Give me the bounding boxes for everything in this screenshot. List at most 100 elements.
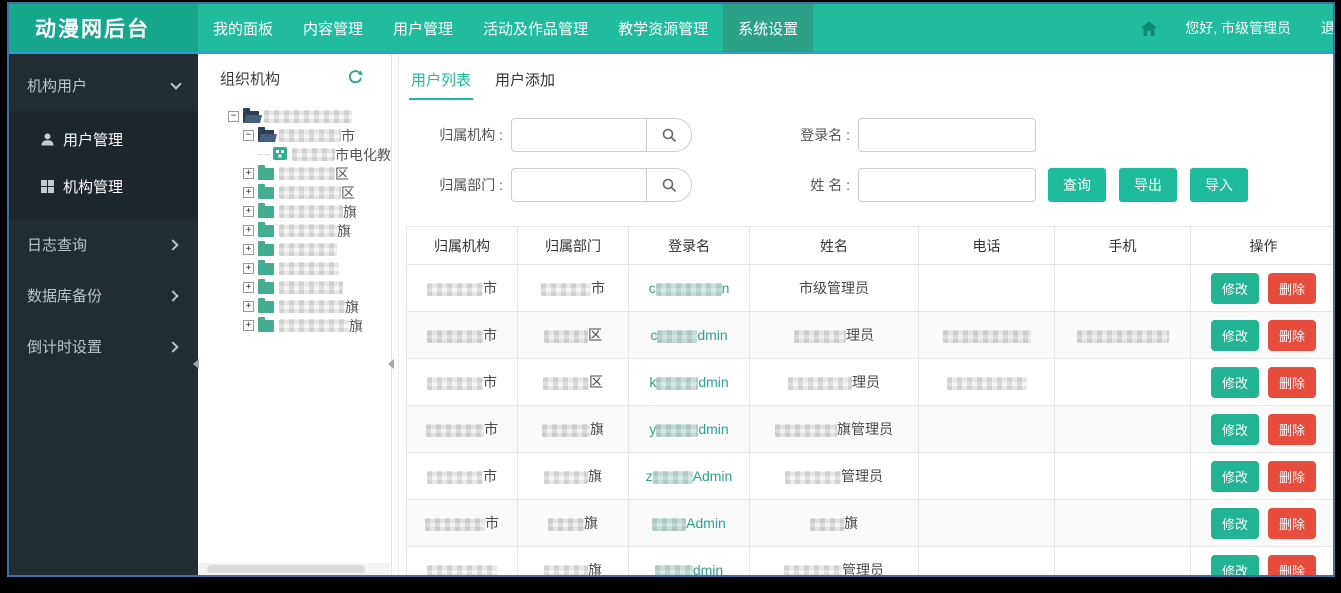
expand-node-icon[interactable]: + bbox=[243, 301, 254, 312]
tree-node[interactable]: +旗 bbox=[243, 202, 391, 221]
expand-node-icon[interactable]: + bbox=[243, 168, 254, 179]
nav-item-resources[interactable]: 教学资源管理 bbox=[603, 4, 723, 52]
delete-button[interactable]: 删除 bbox=[1268, 273, 1316, 304]
edit-button[interactable]: 修改 bbox=[1211, 367, 1259, 398]
collapse-node-icon[interactable]: − bbox=[228, 111, 239, 122]
expand-node-icon[interactable]: + bbox=[243, 320, 254, 331]
edit-button[interactable]: 修改 bbox=[1211, 273, 1259, 304]
cell-text: 管理员 bbox=[841, 468, 883, 484]
dept-search-button[interactable] bbox=[646, 168, 692, 202]
expand-node-icon[interactable]: + bbox=[243, 225, 254, 236]
expand-node-icon[interactable]: + bbox=[243, 282, 254, 293]
sidebar-group-countdown[interactable]: 倒计时设置 bbox=[9, 321, 198, 372]
cell-org: 市 bbox=[407, 265, 518, 312]
chevron-right-icon bbox=[167, 239, 178, 250]
tab-user-list[interactable]: 用户列表 bbox=[409, 64, 473, 100]
tree-node-label: 旗 bbox=[343, 202, 357, 222]
tree-node[interactable]: + bbox=[243, 278, 391, 297]
tree-node[interactable]: +旗 bbox=[243, 221, 391, 240]
edit-button[interactable]: 修改 bbox=[1211, 320, 1259, 351]
redacted-text bbox=[947, 377, 1027, 390]
nav-item-activities[interactable]: 活动及作品管理 bbox=[468, 4, 603, 52]
collapse-tree-arrow[interactable] bbox=[388, 359, 394, 369]
cell-tel bbox=[919, 547, 1055, 576]
tree-connector bbox=[258, 154, 269, 155]
tree-node[interactable]: +旗 bbox=[243, 316, 391, 335]
cell-name: 旗管理员 bbox=[750, 406, 919, 453]
query-button[interactable]: 查询 bbox=[1048, 168, 1106, 202]
login-name-input[interactable] bbox=[858, 118, 1036, 152]
expand-node-icon[interactable]: + bbox=[243, 244, 254, 255]
cell-tel bbox=[919, 359, 1055, 406]
tree-node-label: 市电化教 bbox=[335, 145, 391, 165]
logout-link[interactable]: 退出 bbox=[1321, 18, 1335, 38]
expand-node-icon[interactable]: + bbox=[243, 187, 254, 198]
edit-button[interactable]: 修改 bbox=[1211, 555, 1259, 576]
redacted-text bbox=[279, 262, 339, 275]
tree-node-label: 市 bbox=[341, 126, 355, 146]
tree-node[interactable]: + bbox=[243, 240, 391, 259]
cell-org: 市 bbox=[407, 312, 518, 359]
cell-text: 市 bbox=[483, 327, 497, 343]
cell-text: 旗 bbox=[590, 421, 604, 437]
sidebar-group-logs[interactable]: 日志查询 bbox=[9, 219, 198, 270]
edit-button[interactable]: 修改 bbox=[1211, 414, 1259, 445]
tab-bar: 用户列表 用户添加 bbox=[406, 64, 1331, 100]
export-button[interactable]: 导出 bbox=[1119, 168, 1177, 202]
cell-text: 市 bbox=[483, 374, 497, 390]
nav-item-settings[interactable]: 系统设置 bbox=[723, 4, 813, 52]
col-header-dept: 归属部门 bbox=[518, 227, 629, 265]
import-button[interactable]: 导入 bbox=[1190, 168, 1248, 202]
collapse-sidebar-arrow[interactable] bbox=[193, 359, 199, 369]
name-input[interactable] bbox=[858, 168, 1036, 202]
scrollbar-thumb[interactable] bbox=[207, 565, 365, 573]
main-panel: 用户列表 用户添加 归属机构 : 登录名 : 归属部门 : bbox=[398, 54, 1333, 575]
expand-node-icon[interactable]: + bbox=[243, 206, 254, 217]
delete-button[interactable]: 删除 bbox=[1268, 320, 1316, 351]
tree-node[interactable]: +旗 bbox=[243, 297, 391, 316]
collapse-node-icon[interactable]: − bbox=[243, 130, 254, 141]
delete-button[interactable]: 删除 bbox=[1268, 367, 1316, 398]
folder-icon bbox=[258, 263, 274, 275]
tree-node[interactable]: +区 bbox=[243, 164, 391, 183]
main-nav: 我的面板 内容管理 用户管理 活动及作品管理 教学资源管理 系统设置 bbox=[198, 4, 813, 52]
edit-button[interactable]: 修改 bbox=[1211, 508, 1259, 539]
redacted-text bbox=[427, 377, 483, 390]
tree-node[interactable]: + bbox=[243, 259, 391, 278]
topbar: 动漫网后台 我的面板 内容管理 用户管理 活动及作品管理 教学资源管理 系统设置… bbox=[9, 4, 1333, 54]
sidebar-group-label: 日志查询 bbox=[27, 234, 87, 255]
cell-actions: 修改删除 bbox=[1191, 312, 1334, 359]
sidebar-group-label: 倒计时设置 bbox=[27, 336, 102, 357]
cell-login: dmin bbox=[629, 547, 750, 576]
tree-node[interactable]: − bbox=[228, 107, 391, 126]
tree-node[interactable]: 市电化教 bbox=[258, 145, 391, 164]
delete-button[interactable]: 删除 bbox=[1268, 414, 1316, 445]
nav-item-content[interactable]: 内容管理 bbox=[288, 4, 378, 52]
nav-item-dashboard[interactable]: 我的面板 bbox=[198, 4, 288, 52]
redacted-text bbox=[542, 424, 590, 437]
cell-login: ydmin bbox=[629, 406, 750, 453]
delete-button[interactable]: 删除 bbox=[1268, 461, 1316, 492]
delete-button[interactable]: 删除 bbox=[1268, 508, 1316, 539]
expand-node-icon[interactable]: + bbox=[243, 263, 254, 274]
dept-search-input[interactable] bbox=[511, 168, 646, 202]
sidebar-submenu: 用户管理 机构管理 bbox=[9, 111, 198, 219]
sidebar-group-org-users[interactable]: 机构用户 bbox=[9, 60, 198, 111]
delete-button[interactable]: 删除 bbox=[1268, 555, 1316, 576]
edit-button[interactable]: 修改 bbox=[1211, 461, 1259, 492]
tree-node[interactable]: +区 bbox=[243, 183, 391, 202]
refresh-icon[interactable] bbox=[348, 69, 363, 88]
cell-mobile bbox=[1055, 312, 1191, 359]
tree-node[interactable]: −市 bbox=[243, 126, 391, 145]
sidebar-item-user-management[interactable]: 用户管理 bbox=[9, 116, 198, 163]
tab-user-add[interactable]: 用户添加 bbox=[493, 64, 557, 100]
sidebar-item-org-management[interactable]: 机构管理 bbox=[9, 163, 198, 210]
cell-actions: 修改删除 bbox=[1191, 500, 1334, 547]
cell-dept: 旗 bbox=[518, 547, 629, 576]
nav-item-users[interactable]: 用户管理 bbox=[378, 4, 468, 52]
org-search-input[interactable] bbox=[511, 118, 646, 152]
horizontal-scrollbar[interactable] bbox=[198, 563, 390, 575]
home-icon[interactable] bbox=[1141, 21, 1157, 36]
org-search-button[interactable] bbox=[646, 118, 692, 152]
sidebar-group-db-backup[interactable]: 数据库备份 bbox=[9, 270, 198, 321]
